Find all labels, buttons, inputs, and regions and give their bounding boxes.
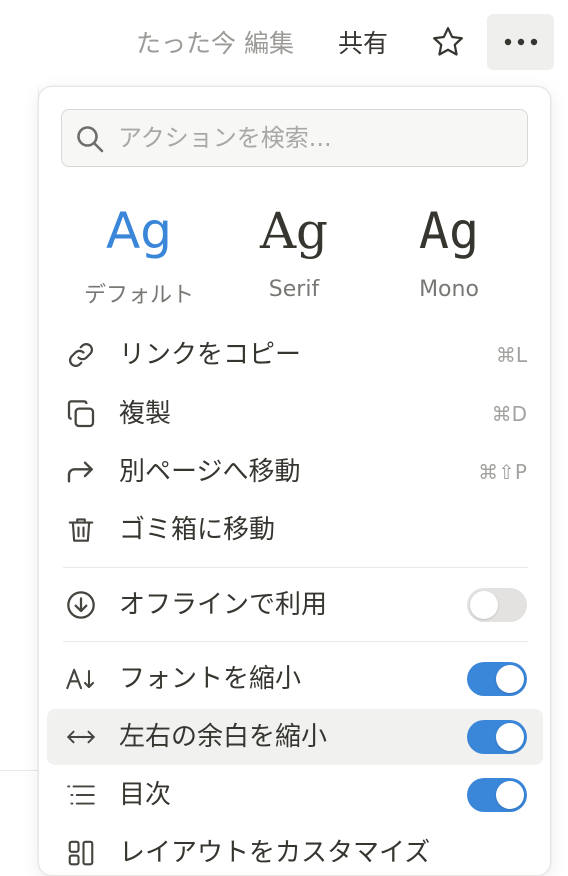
duplicate-icon	[67, 400, 95, 428]
font-label: Serif	[268, 277, 320, 302]
item-label: オフラインで利用	[119, 590, 328, 620]
page-options-menu: Ag デフォルト Ag Serif Ag Mono リンクをコピー ⌘L	[38, 86, 551, 876]
small-text-item[interactable]: フォントを縮小	[47, 651, 543, 707]
star-icon	[433, 27, 463, 56]
layout-icon	[68, 840, 94, 866]
item-label: リンクをコピー	[119, 340, 302, 370]
trash-icon	[68, 518, 94, 542]
small-text-toggle[interactable]	[467, 662, 527, 696]
last-edited-text: たった今 編集	[136, 29, 294, 58]
toggle-knob	[496, 665, 524, 693]
shortcut-hint: ⌘⇧P	[478, 460, 527, 484]
top-bar: たった今 編集 共有	[0, 0, 568, 84]
font-option-serif[interactable]: Ag Serif	[219, 199, 369, 309]
page-divider	[0, 770, 40, 771]
table-of-contents-item[interactable]: 目次	[47, 767, 543, 823]
item-label: 複製	[119, 399, 172, 429]
item-label: 別ページへ移動	[119, 457, 301, 487]
menu-divider	[63, 641, 528, 642]
share-button[interactable]: 共有	[338, 24, 388, 60]
item-label: 左右の余白を縮小	[119, 722, 328, 752]
item-label: ゴミ箱に移動	[119, 515, 276, 545]
shortcut-hint: ⌘L	[495, 343, 527, 367]
horizontal-arrows-icon	[67, 730, 95, 744]
move-arrow-icon	[67, 461, 93, 483]
download-circle-icon	[67, 591, 95, 619]
shortcut-hint: ⌘D	[491, 402, 527, 426]
font-option-mono[interactable]: Ag Mono	[374, 199, 524, 309]
favorite-button[interactable]	[428, 22, 468, 62]
more-options-button[interactable]	[487, 14, 554, 70]
toc-toggle[interactable]	[467, 778, 527, 812]
font-size-icon	[66, 668, 95, 690]
item-label: フォントを縮小	[119, 664, 302, 694]
font-sample: Ag	[259, 202, 329, 260]
item-label: 目次	[119, 780, 172, 810]
toggle-knob	[496, 723, 524, 751]
customize-layout-item[interactable]: レイアウトをカスタマイズ	[47, 825, 543, 875]
font-label: デフォルト	[83, 283, 194, 308]
link-icon	[68, 342, 94, 368]
toggle-knob	[470, 591, 498, 619]
full-width-toggle[interactable]	[467, 720, 527, 754]
duplicate-item[interactable]: 複製 ⌘D	[47, 386, 543, 442]
search-icon	[77, 126, 104, 153]
copy-link-item[interactable]: リンクをコピー ⌘L	[47, 327, 543, 383]
list-icon	[67, 785, 95, 805]
item-label: レイアウトをカスタマイズ	[119, 838, 431, 868]
action-search-box[interactable]	[61, 109, 528, 167]
menu-divider	[63, 567, 528, 568]
font-style-picker: Ag デフォルト Ag Serif Ag Mono	[39, 199, 550, 309]
offline-toggle[interactable]	[467, 588, 527, 622]
more-horizontal-icon	[504, 38, 537, 46]
font-option-default[interactable]: Ag デフォルト	[64, 199, 214, 309]
full-width-item[interactable]: 左右の余白を縮小	[47, 709, 543, 765]
toggle-knob	[496, 781, 524, 809]
font-sample: Ag	[106, 202, 172, 260]
move-to-trash-item[interactable]: ゴミ箱に移動	[47, 502, 543, 558]
font-sample: Ag	[418, 202, 480, 260]
action-search-input[interactable]	[118, 110, 518, 166]
move-to-item[interactable]: 別ページへ移動 ⌘⇧P	[47, 444, 543, 500]
offline-item[interactable]: オフラインで利用	[47, 577, 543, 633]
font-label: Mono	[419, 277, 479, 302]
